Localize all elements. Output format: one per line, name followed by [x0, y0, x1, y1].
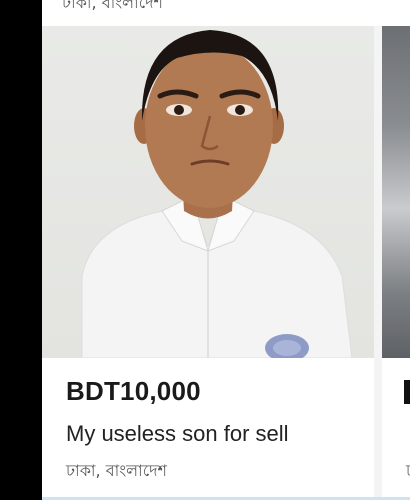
listing-card[interactable]: BDT10,000 My useless son for sell ঢাকা, … [42, 26, 374, 500]
listing-location: ঢাকা, বাংলাদেশ [66, 461, 167, 480]
next-listing-card[interactable]: ঢ [382, 26, 410, 500]
person-photo-icon[interactable] [42, 26, 374, 358]
next-listing-price-partial [404, 380, 410, 404]
next-listing-location-partial: ঢ [406, 458, 410, 485]
left-edge-strip [0, 0, 42, 500]
listing-title[interactable]: My useless son for sell [66, 421, 289, 447]
circuit-board-photo-icon[interactable] [382, 26, 410, 358]
listing-price: BDT10,000 [66, 376, 201, 406]
card-gap [374, 26, 382, 500]
listing-photo-illustration [81, 30, 353, 358]
previous-listing-location: ঢাকা, বাংলাদেশ [62, 0, 163, 12]
